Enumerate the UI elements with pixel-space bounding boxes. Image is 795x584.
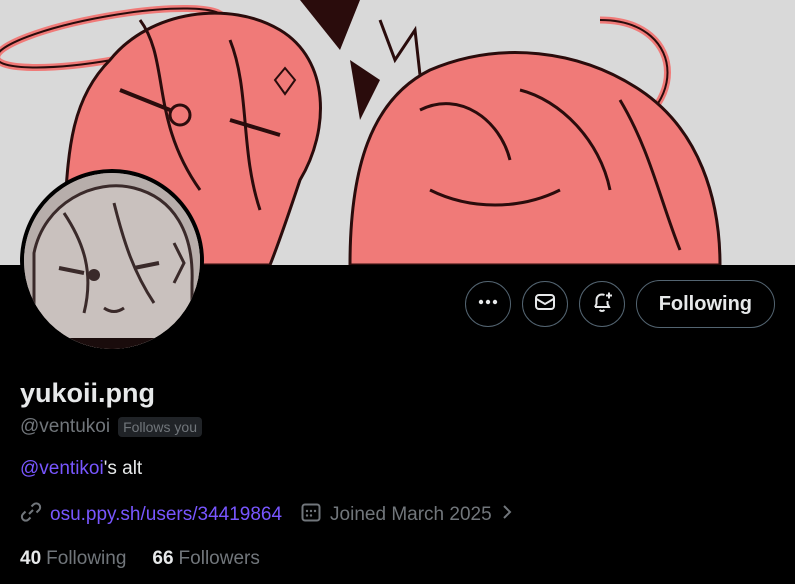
joined-date: Joined March 2025: [330, 504, 492, 525]
website-item: osu.ppy.sh/users/34419864: [20, 501, 282, 529]
handle-row: @ventukoi Follows you: [20, 416, 202, 438]
joined-item[interactable]: Joined March 2025: [300, 501, 514, 529]
profile-stats: 40 Following 66 Followers: [20, 548, 260, 570]
following-stat-label: Following: [46, 548, 127, 569]
following-count: 40: [20, 548, 42, 569]
profile-actions: Following: [464, 280, 775, 328]
profile-bio: @ventikoi's alt: [20, 458, 142, 480]
following-button[interactable]: Following: [635, 280, 775, 328]
more-button[interactable]: [464, 281, 511, 327]
followers-count: 66: [152, 548, 174, 569]
followers-stat[interactable]: 66 Followers: [152, 548, 259, 570]
calendar-icon: [300, 501, 322, 529]
user-handle: @ventukoi: [20, 416, 111, 437]
profile-avatar[interactable]: [20, 169, 204, 353]
followers-stat-label: Followers: [178, 548, 260, 569]
following-stat[interactable]: 40 Following: [20, 548, 126, 570]
website-link[interactable]: osu.ppy.sh/users/34419864: [50, 504, 282, 526]
notifications-button[interactable]: [578, 281, 625, 327]
avatar-image: [24, 173, 200, 349]
link-icon: [20, 501, 42, 529]
profile-meta: osu.ppy.sh/users/34419864 Joined March 2…: [20, 501, 514, 529]
bio-mention-link[interactable]: @ventikoi: [20, 458, 104, 479]
chevron-right-icon: [500, 501, 514, 529]
display-name: yukoii.png: [20, 378, 155, 408]
message-button[interactable]: [521, 281, 568, 327]
envelope-icon: [534, 291, 556, 318]
bio-text: 's alt: [103, 458, 143, 479]
bell-plus-icon: [590, 290, 614, 319]
follows-you-badge: Follows you: [118, 417, 202, 437]
more-icon: [477, 291, 499, 318]
